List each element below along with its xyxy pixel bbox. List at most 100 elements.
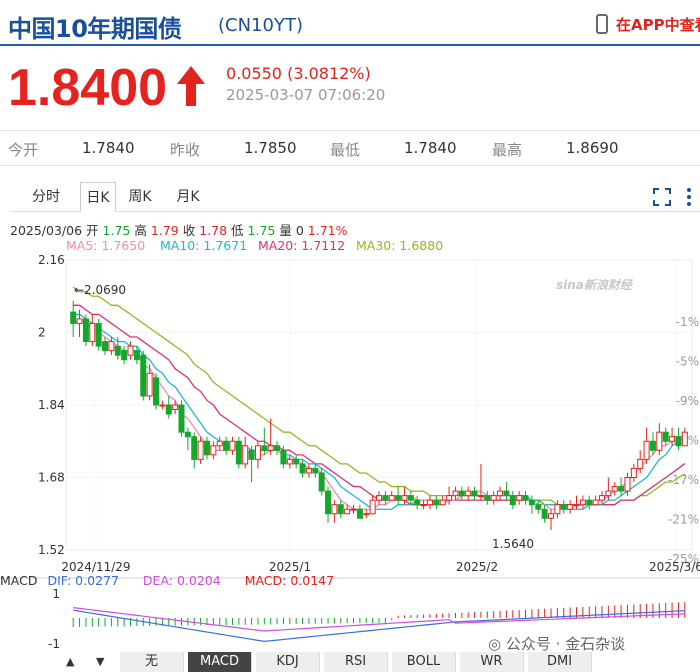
scroll-down-icon[interactable]: ▼ (96, 655, 104, 668)
up-arrow-icon (177, 66, 205, 106)
tab-indicator-macd[interactable]: MACD (188, 652, 252, 672)
period-tabs: 分时 日K 周K 月K (10, 182, 700, 212)
candle-body (649, 440, 656, 451)
fullscreen-icon[interactable] (653, 188, 671, 206)
candle-body (490, 495, 497, 501)
max-annotation: ←2.0690 (74, 283, 126, 297)
pct-tick-label: -5% (676, 355, 699, 369)
x-tick-label: 2025/2 (456, 560, 498, 574)
candle-body (426, 499, 433, 506)
scroll-up-icon[interactable]: ▲ (66, 655, 74, 668)
candle-body (528, 499, 535, 506)
candle-body (102, 341, 109, 352)
stat-open-value: 1.7840 (82, 139, 135, 157)
candle-body (165, 404, 172, 415)
candle-body (299, 463, 306, 474)
more-menu-icon[interactable] (686, 188, 692, 206)
candle-body (191, 436, 198, 460)
candle-body (516, 495, 523, 501)
tab-indicator-wr[interactable]: WR (460, 652, 524, 672)
macd-value: MACD: 0.0147 (244, 573, 335, 588)
pct-tick-label: -21% (668, 513, 699, 527)
candle-body (382, 495, 389, 501)
candle-body (337, 504, 344, 515)
candle-body (89, 322, 96, 343)
macd-dea: DEA: 0.0204 (142, 573, 221, 588)
candle-body (76, 318, 83, 324)
info-date: 2025/03/06 (10, 223, 83, 238)
candle-body (592, 499, 599, 506)
info-vol: 0 (295, 223, 304, 238)
tab-indicator-rsi[interactable]: RSI (324, 652, 388, 672)
candle-body (669, 436, 676, 442)
candle-body (242, 445, 249, 465)
candle-body (497, 490, 504, 497)
macd-title: MACD (0, 573, 38, 588)
candle-body (210, 445, 217, 456)
candle-body (535, 504, 542, 510)
candle-body (254, 445, 261, 460)
candle-body (598, 495, 605, 501)
tab-indicator-boll[interactable]: BOLL (392, 652, 456, 672)
candle-body (605, 490, 612, 497)
y-tick-label: 1.52 (38, 543, 65, 557)
candle-body (356, 508, 363, 519)
info-high-label: 高 (134, 223, 147, 238)
candle-body (235, 440, 242, 465)
candle-body (108, 341, 115, 352)
y-tick-label: 1.68 (38, 471, 65, 485)
tab-daily-k[interactable]: 日K (80, 182, 116, 212)
y-tick-label: 2 (38, 326, 46, 340)
page-header: 中国10年期国债 (CN10YT) 在APP中查看 (0, 0, 700, 46)
open-in-app-link[interactable]: 在APP中查看 (596, 13, 700, 36)
candle-body (325, 490, 332, 515)
candle-body (280, 449, 287, 465)
candle-body (630, 467, 637, 478)
info-open: 1.75 (102, 223, 131, 238)
stat-open-label: 今开 (8, 141, 39, 159)
candle-body (95, 322, 102, 347)
candle-body (579, 499, 586, 506)
candle-body (471, 490, 478, 497)
candle-body (248, 449, 255, 460)
ma30-line (72, 286, 686, 506)
candle-body (369, 499, 376, 515)
pct-tick-label: -1% (676, 315, 699, 329)
stat-high-label: 最高 (492, 141, 523, 159)
candle-body (618, 486, 625, 492)
candle-body (305, 467, 312, 474)
min-annotation: 1.5640 (492, 537, 534, 551)
y-tick-label: 1.84 (38, 398, 65, 412)
candle-body (350, 508, 357, 511)
candle-body (344, 508, 351, 515)
candle-body (82, 318, 89, 343)
candle-body (414, 499, 421, 506)
candle-body (312, 467, 319, 474)
candle-body (395, 495, 402, 501)
pct-tick-label: -9% (676, 394, 699, 408)
candle-body (293, 458, 300, 465)
candle-body (127, 345, 134, 356)
candle-body (675, 436, 682, 447)
current-price: 1.8400 (8, 59, 168, 117)
ma10-line (73, 313, 686, 510)
tab-indicator-kdj[interactable]: KDJ (256, 652, 320, 672)
candle-body (274, 445, 281, 451)
candle-body (509, 495, 516, 506)
candle-body (586, 499, 593, 506)
tab-monthly-k[interactable]: 月K (170, 182, 206, 212)
stat-high-value: 1.8690 (566, 139, 619, 157)
candle-body (216, 440, 223, 447)
info-high: 1.79 (150, 223, 179, 238)
candle-body (656, 431, 663, 451)
candle-info: 2025/03/06 开 1.75 高 1.79 收 1.78 低 1.75 量… (10, 220, 348, 239)
candle-body (439, 499, 446, 506)
kline-chart[interactable]: 2.1621.841.681.52-1%-5%-9%-13%-17%-21%-2… (0, 250, 700, 650)
candle-body (286, 458, 293, 465)
tab-intraday[interactable]: 分时 (28, 182, 64, 212)
info-vol-label: 量 (279, 223, 292, 238)
tab-indicator-dmi[interactable]: DMI (528, 652, 592, 672)
tab-indicator-none[interactable]: 无 (120, 652, 184, 672)
candle-body (318, 472, 325, 492)
tab-weekly-k[interactable]: 周K (122, 182, 158, 212)
